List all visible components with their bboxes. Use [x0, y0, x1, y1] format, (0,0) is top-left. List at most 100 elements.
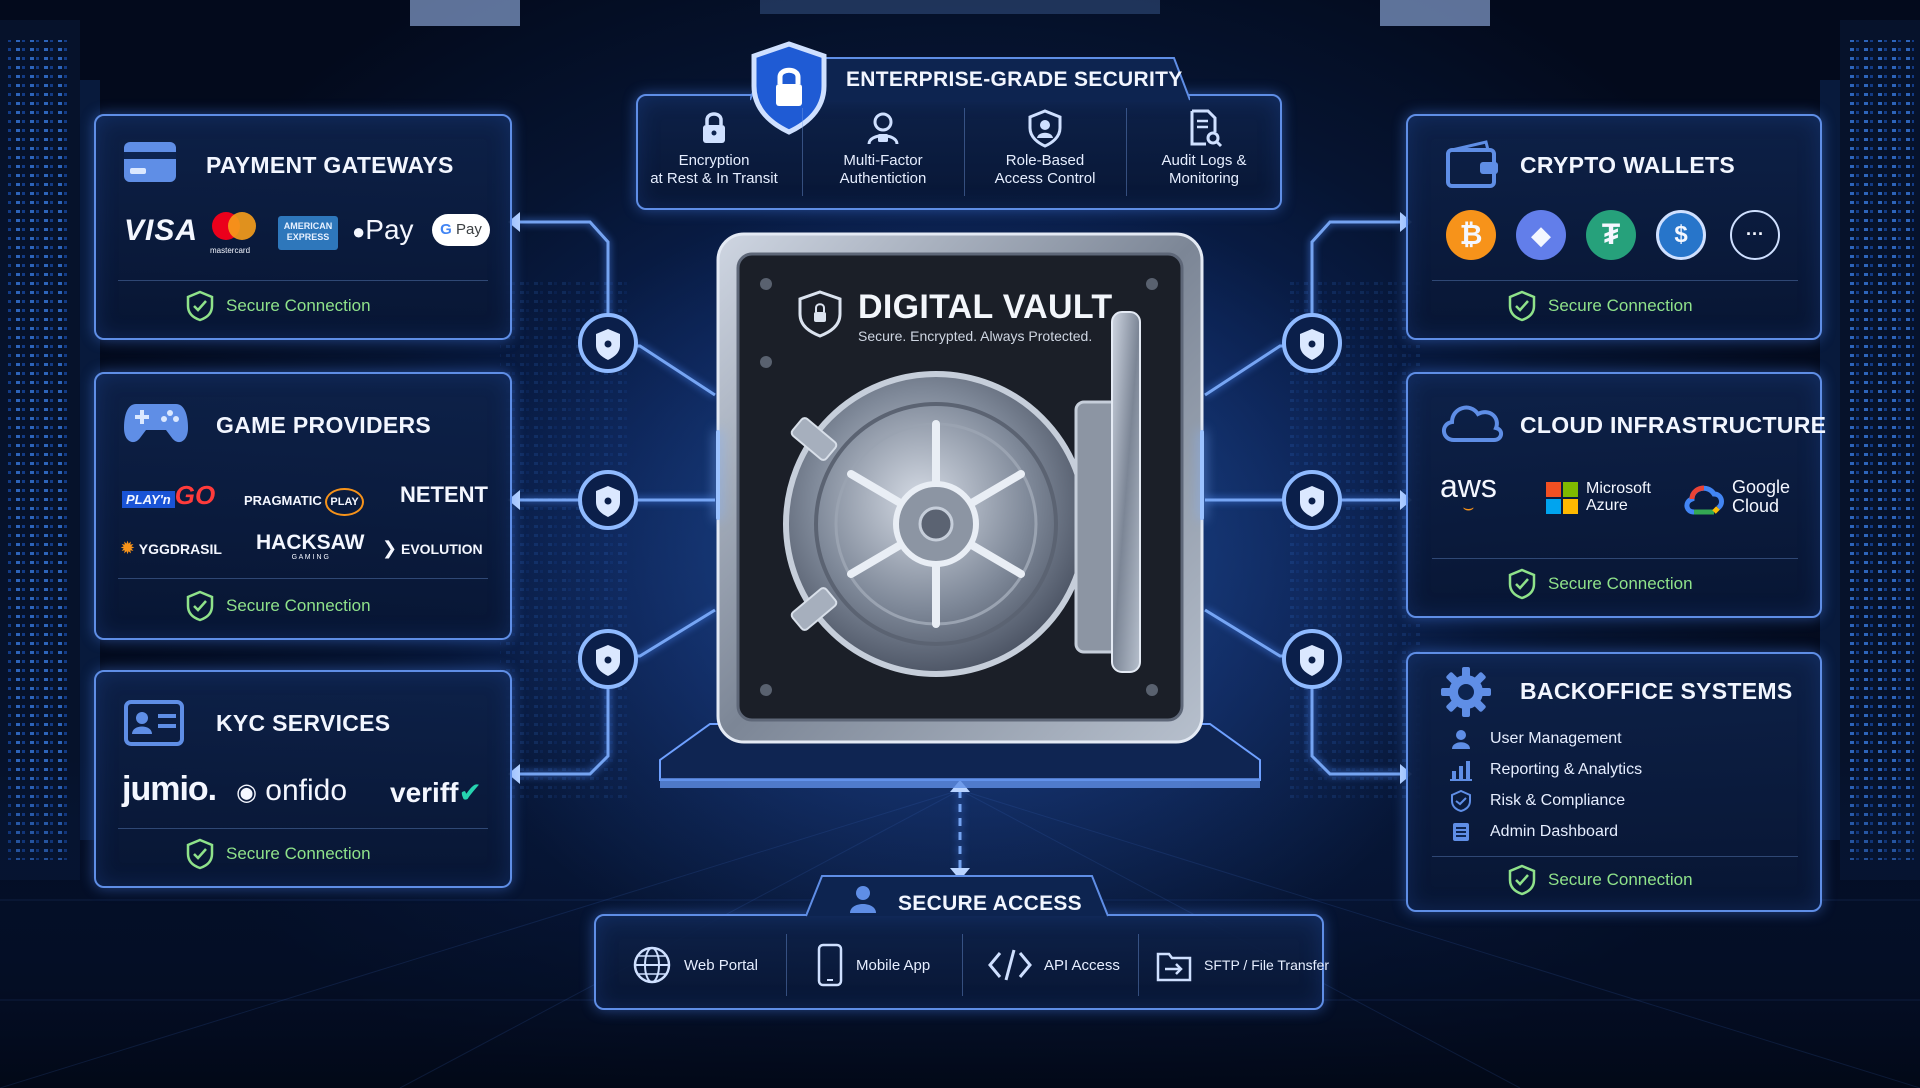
phone-icon — [817, 943, 843, 987]
onfido-logo: ◉ onfido — [236, 774, 348, 807]
credit-card-icon — [124, 142, 176, 182]
feature-rbac: Role-Based Access Control — [974, 108, 1116, 188]
cloud-title: CLOUD INFRASTRUCTURE — [1520, 412, 1827, 438]
shield-check-icon — [186, 290, 214, 322]
divider — [1432, 856, 1798, 857]
bar-chart-icon — [1450, 761, 1472, 781]
secure-connection-label: Secure Connection — [1508, 290, 1693, 322]
divider — [1126, 108, 1127, 196]
backoffice-item-risk: Risk & Compliance — [1450, 790, 1625, 812]
hacksaw-logo: HACKSAW G A M I N G — [256, 531, 365, 562]
google-cloud-mark-icon — [1684, 485, 1724, 515]
gear-icon — [1441, 667, 1491, 717]
wallet-icon — [1446, 140, 1498, 188]
vault-glow-strip — [716, 430, 720, 520]
cloud-icon — [1442, 405, 1503, 442]
user-shield-icon — [1028, 109, 1062, 148]
vault-subtitle: Secure. Encrypted. Always Protected. — [858, 328, 1093, 344]
visa-logo: VISA — [124, 214, 199, 247]
mastercard-logo-icon — [212, 212, 256, 240]
node-shield-icon — [578, 629, 638, 689]
secure-connection-label: Secure Connection — [186, 590, 371, 622]
star-icon: ✹ — [120, 538, 136, 558]
shield-check-icon — [186, 838, 214, 870]
playngo-logo: PLAY'n GO — [122, 480, 215, 511]
games-title: GAME PROVIDERS — [216, 412, 432, 438]
divider — [1138, 934, 1139, 996]
backoffice-item-admin: Admin Dashboard — [1450, 821, 1618, 843]
shield-check-icon — [1508, 290, 1536, 322]
vault-glow-strip — [1200, 430, 1204, 520]
mastercard-label: mastercard — [210, 246, 251, 255]
file-transfer-icon — [1156, 952, 1192, 982]
google-pay-logo: G Pay — [432, 214, 490, 246]
bitcoin-icon: ₿ — [1446, 210, 1496, 260]
divider — [962, 934, 963, 996]
globe-icon — [633, 946, 671, 984]
secure-connection-label: Secure Connection — [186, 290, 371, 322]
divider — [786, 934, 787, 996]
divider — [118, 828, 488, 829]
user-lock-icon — [867, 112, 899, 145]
netent-logo: NETENT — [400, 482, 488, 507]
node-shield-icon — [578, 470, 638, 530]
node-shield-icon — [1282, 470, 1342, 530]
shield-check-icon — [186, 590, 214, 622]
kyc-title: KYC SERVICES — [216, 710, 391, 736]
tether-icon: ₮ — [1586, 210, 1636, 260]
divider — [1432, 558, 1798, 559]
evolution-chevron-icon: ❯ — [382, 538, 398, 558]
security-title: ENTERPRISE-GRADE SECURITY — [846, 68, 1183, 91]
code-icon — [988, 949, 1032, 981]
jumio-logo: jumio. — [122, 770, 217, 808]
feature-audit: Audit Logs & Monitoring — [1136, 108, 1272, 188]
feature-encryption: Encryption at Rest & In Transit — [646, 108, 782, 188]
payment-title: PAYMENT GATEWAYS — [206, 152, 454, 178]
divider — [1432, 280, 1798, 281]
access-web-portal[interactable]: Web Portal — [632, 940, 758, 990]
apple-pay-logo: ●Pay — [352, 214, 414, 245]
aws-logo: aws ⌣ — [1440, 468, 1497, 517]
shield-check-icon — [1451, 790, 1471, 812]
divider — [118, 578, 488, 579]
document-search-icon — [1190, 109, 1223, 148]
ethereum-icon: ◆ — [1516, 210, 1566, 260]
node-shield-icon — [1282, 629, 1342, 689]
pragmatic-logo: PRAGMATIC PLAY — [244, 488, 364, 516]
user-icon — [850, 886, 876, 913]
amex-logo: AMERICAN EXPRESS — [278, 216, 338, 250]
id-card-icon — [124, 700, 184, 746]
access-api[interactable]: API Access — [988, 940, 1120, 990]
gamepad-icon — [124, 404, 188, 443]
backoffice-item-reporting: Reporting & Analytics — [1450, 759, 1642, 781]
veriff-check-icon: ✔ — [458, 777, 482, 808]
evolution-logo: ❯ EVOLUTION — [382, 538, 483, 558]
padlock-icon — [703, 112, 725, 143]
backoffice-item-users: User Management — [1450, 728, 1622, 750]
shield-check-icon — [1508, 568, 1536, 600]
divider — [964, 108, 965, 196]
divider — [118, 280, 488, 281]
apple-icon: ● — [352, 219, 366, 244]
node-shield-icon — [1282, 313, 1342, 373]
list-icon — [1453, 823, 1469, 841]
node-shield-icon — [578, 313, 638, 373]
access-mobile-app[interactable]: Mobile App — [816, 940, 930, 990]
veriff-logo: veriff✔ — [390, 777, 482, 808]
secure-connection-label: Secure Connection — [186, 838, 371, 870]
usdc-icon: $ — [1656, 210, 1706, 260]
onfido-mark-icon: ◉ — [236, 779, 257, 806]
vault-title: DIGITAL VAULT — [858, 288, 1113, 326]
secure-access-title: SECURE ACCESS — [898, 892, 1082, 915]
access-sftp[interactable]: SFTP / File Transfer — [1156, 940, 1329, 990]
divider — [802, 108, 803, 196]
backoffice-title: BACKOFFICE SYSTEMS — [1520, 678, 1793, 704]
yggdrasil-logo: ✹ YGGDRASIL — [120, 538, 222, 558]
user-icon — [1452, 730, 1470, 749]
windows-grid-icon — [1546, 482, 1578, 514]
secure-connection-label: Secure Connection — [1508, 568, 1693, 600]
crypto-title: CRYPTO WALLETS — [1520, 152, 1736, 178]
secure-connection-label: Secure Connection — [1508, 864, 1693, 896]
google-g-icon: G — [440, 221, 452, 238]
more-icon: ··· — [1730, 210, 1780, 260]
